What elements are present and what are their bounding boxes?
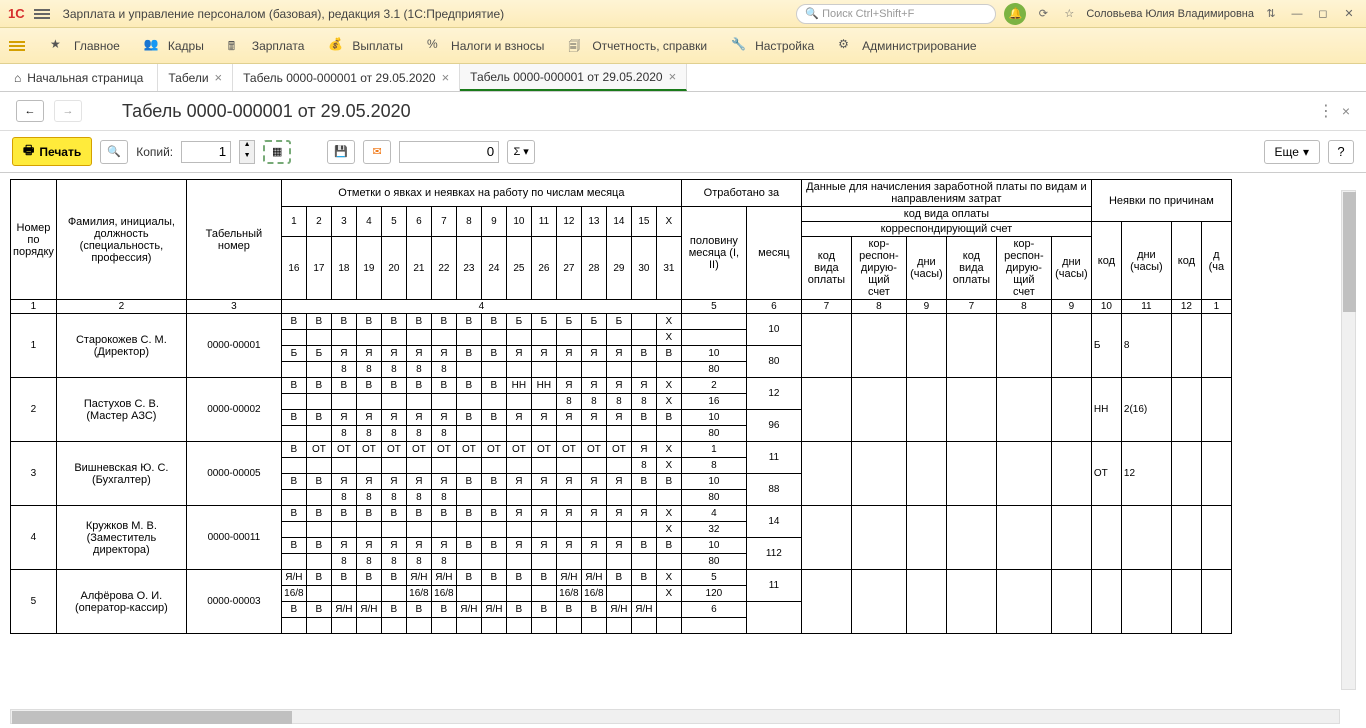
titlebar: 1С Зарплата и управление персоналом (баз…	[0, 0, 1366, 28]
print-button[interactable]: 🖶 Печать	[12, 137, 92, 166]
tab-doc-1[interactable]: Табель 0000-000001 от 29.05.2020 ×	[233, 64, 460, 91]
tab-close-0[interactable]: ×	[215, 70, 223, 85]
menu-main-label: Главное	[74, 39, 120, 53]
sheet-container[interactable]: Номер по порядкуФамилия, инициалы, должн…	[0, 173, 1366, 727]
bell-icon[interactable]: 🔔	[1004, 3, 1026, 25]
search-icon: 🔍	[805, 7, 819, 20]
maximize-icon[interactable]: ◻	[1314, 5, 1332, 23]
pages-input[interactable]	[399, 141, 499, 163]
more-label: Еще	[1275, 145, 1299, 159]
menu-admin-label: Администрирование	[862, 39, 976, 53]
page-title: Табель 0000-000001 от 29.05.2020	[122, 101, 411, 122]
menu-staff-label: Кадры	[168, 39, 204, 53]
copies-label: Копий:	[136, 145, 173, 159]
tab-doc-2-label: Табель 0000-000001 от 29.05.2020	[470, 70, 662, 84]
scrollbar-horizontal[interactable]	[10, 709, 1340, 724]
history-icon[interactable]: ⟳	[1034, 5, 1052, 23]
menu-hamburger-icon[interactable]	[8, 37, 26, 55]
tabs-row: ⌂ Начальная страница Табели × Табель 0000-…	[0, 64, 1366, 92]
menu-payments[interactable]: 💰 Выплаты	[328, 37, 403, 55]
home-icon: ⌂	[14, 71, 21, 85]
content-header: ← → Табель 0000-000001 от 29.05.2020 ⋮ ×	[0, 92, 1366, 131]
select-button[interactable]: ▦	[263, 140, 291, 164]
preview-button[interactable]: 🔍	[100, 140, 128, 164]
more-button[interactable]: Еще ▾	[1264, 140, 1320, 164]
menu-salary[interactable]: 🖩 Зарплата	[228, 37, 305, 55]
forward-button[interactable]: →	[54, 100, 82, 122]
star-filled-icon: ★	[50, 37, 68, 55]
wrench-icon: 🔧	[731, 37, 749, 55]
back-button[interactable]: ←	[16, 100, 44, 122]
calculator-icon: 🖩	[228, 37, 246, 55]
menu-reports-label: Отчетность, справки	[592, 39, 707, 53]
menu-taxes[interactable]: % Налоги и взносы	[427, 37, 544, 55]
app-title: Зарплата и управление персоналом (базова…	[63, 7, 505, 21]
document-icon: 🗐	[568, 37, 586, 55]
menu-taxes-label: Налоги и взносы	[451, 39, 544, 53]
minimize-icon[interactable]: —	[1288, 5, 1306, 23]
user-name[interactable]: Соловьева Юлия Владимировна	[1086, 8, 1254, 20]
tab-close-2[interactable]: ×	[669, 69, 677, 84]
print-label: Печать	[39, 145, 81, 159]
tab-close-1[interactable]: ×	[442, 70, 450, 85]
toolbar: 🖶 Печать 🔍 Копий: ▲▼ ▦ 💾 ✉ Σ ▾ Еще ▾ ?	[0, 131, 1366, 173]
menu-main[interactable]: ★ Главное	[50, 37, 120, 55]
gear-icon: ⚙	[838, 37, 856, 55]
more-dots-icon[interactable]: ⋮	[1318, 101, 1334, 121]
menu-reports[interactable]: 🗐 Отчетность, справки	[568, 37, 707, 55]
percent-icon: %	[427, 37, 445, 55]
search-placeholder: Поиск Ctrl+Shift+F	[822, 8, 914, 20]
tab-home-label: Начальная страница	[27, 71, 143, 85]
tab-doc-1-label: Табель 0000-000001 от 29.05.2020	[243, 71, 435, 85]
menubar: ★ Главное 👥 Кадры 🖩 Зарплата 💰 Выплаты % Нало…	[0, 28, 1366, 64]
chevron-down-icon: ▾	[1303, 145, 1309, 159]
menu-payments-label: Выплаты	[352, 39, 403, 53]
search-input[interactable]: 🔍 Поиск Ctrl+Shift+F	[796, 4, 996, 24]
filter-icon[interactable]: ⇅	[1262, 5, 1280, 23]
page-close-icon[interactable]: ×	[1342, 103, 1350, 119]
timesheet-table: Номер по порядкуФамилия, инициалы, должн…	[10, 179, 1232, 634]
tab-home[interactable]: ⌂ Начальная страница	[0, 64, 158, 91]
logo: 1С	[8, 6, 25, 21]
menu-settings-label: Настройка	[755, 39, 814, 53]
people-icon: 👥	[144, 37, 162, 55]
mail-button[interactable]: ✉	[363, 140, 391, 164]
menu-salary-label: Зарплата	[252, 39, 305, 53]
help-button[interactable]: ?	[1328, 140, 1354, 164]
tab-tabeli-label: Табели	[168, 71, 208, 85]
tab-doc-2[interactable]: Табель 0000-000001 от 29.05.2020 ×	[460, 64, 687, 91]
scrollbar-vertical[interactable]	[1341, 190, 1356, 690]
menu-admin[interactable]: ⚙ Администрирование	[838, 37, 976, 55]
printer-icon: 🖶	[23, 141, 34, 162]
copies-spinner[interactable]: ▲▼	[239, 140, 255, 164]
sum-button[interactable]: Σ ▾	[507, 140, 535, 164]
money-icon: 💰	[328, 37, 346, 55]
hamburger-icon[interactable]	[33, 5, 51, 23]
star-icon[interactable]: ☆	[1060, 5, 1078, 23]
tab-tabeli[interactable]: Табели ×	[158, 64, 233, 91]
close-icon[interactable]: ✕	[1340, 5, 1358, 23]
copies-input[interactable]	[181, 141, 231, 163]
menu-settings[interactable]: 🔧 Настройка	[731, 37, 814, 55]
menu-staff[interactable]: 👥 Кадры	[144, 37, 204, 55]
save-button[interactable]: 💾	[327, 140, 355, 164]
